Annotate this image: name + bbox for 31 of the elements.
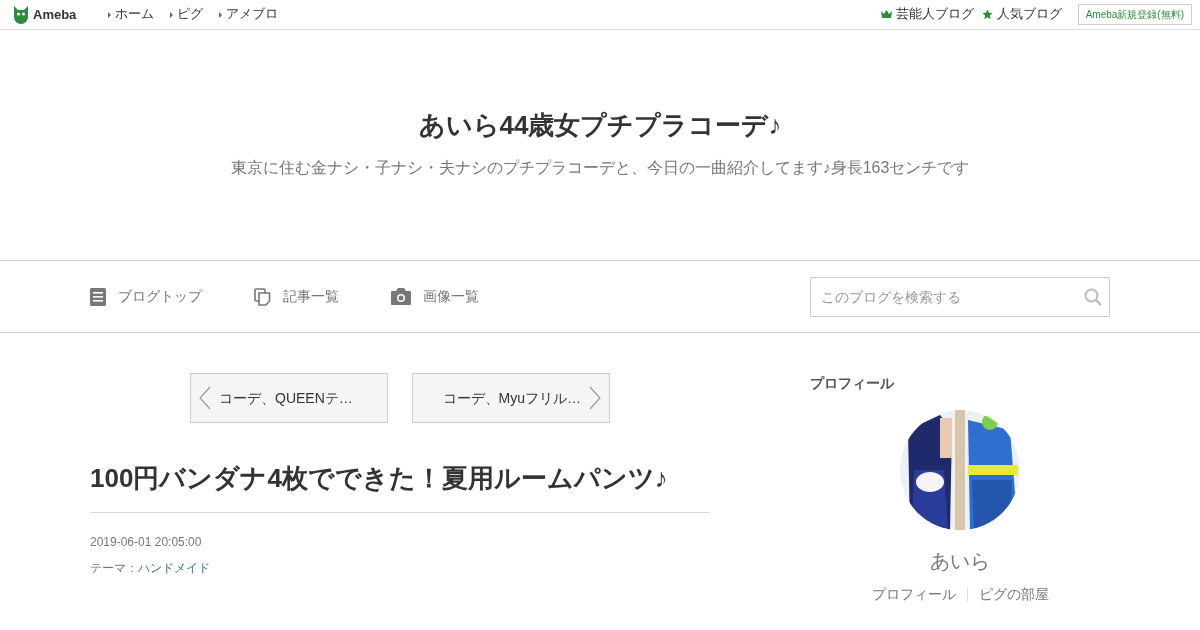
- top-nav-link[interactable]: アメブロ: [219, 5, 279, 24]
- next-article-link[interactable]: コーデ、Myuフリル…: [412, 373, 610, 423]
- star-icon: [981, 9, 993, 20]
- crown-icon: [880, 10, 892, 19]
- copy-icon: [254, 287, 271, 306]
- top-blog-link[interactable]: 人気ブログ: [981, 5, 1062, 24]
- top-nav-link[interactable]: ホーム: [108, 5, 155, 24]
- sidebar-heading: プロフィール: [810, 374, 895, 393]
- register-button[interactable]: Ameba新規登録(無料): [1077, 4, 1192, 25]
- blog-title[interactable]: あいら44歳女プチプラコーデ♪: [418, 110, 782, 142]
- top-nav-link[interactable]: ピグ: [170, 5, 204, 24]
- search-field[interactable]: このブログを検索する: [810, 276, 1110, 317]
- logo-icon: [13, 5, 29, 24]
- blog-nav-link[interactable]: ブログトップ: [90, 286, 202, 307]
- document-icon: [90, 287, 106, 306]
- profile-link[interactable]: ピグの部屋: [967, 584, 1060, 605]
- article-date: 2019-06-01 20:05:00: [90, 534, 203, 552]
- previous-article-link[interactable]: コーデ、QUEENテ…: [190, 373, 388, 423]
- top-blog-link[interactable]: 芸能人ブログ: [880, 5, 974, 24]
- article-title: 100円バンダナ4枚でできた！夏用ルームパンツ♪: [90, 463, 710, 514]
- chevron-left-icon: [199, 386, 211, 410]
- logo-text[interactable]: Ameba: [33, 4, 77, 25]
- camera-icon: [391, 288, 411, 305]
- theme-label: テーマ：: [90, 560, 138, 578]
- profile-name[interactable]: あいら: [930, 546, 990, 576]
- blog-nav-link[interactable]: 画像一覧: [391, 286, 479, 307]
- blog-description: 東京に住む金ナシ・子ナシ・夫ナシのプチプラコーデと、今日の一曲紹介してます♪身長163センチです: [230, 157, 970, 178]
- chevron-right-icon: [589, 386, 601, 410]
- blog-nav-link[interactable]: 記事一覧: [254, 286, 339, 307]
- profile-link[interactable]: プロフィール: [860, 584, 967, 605]
- theme-link[interactable]: ハンドメイド: [138, 559, 210, 578]
